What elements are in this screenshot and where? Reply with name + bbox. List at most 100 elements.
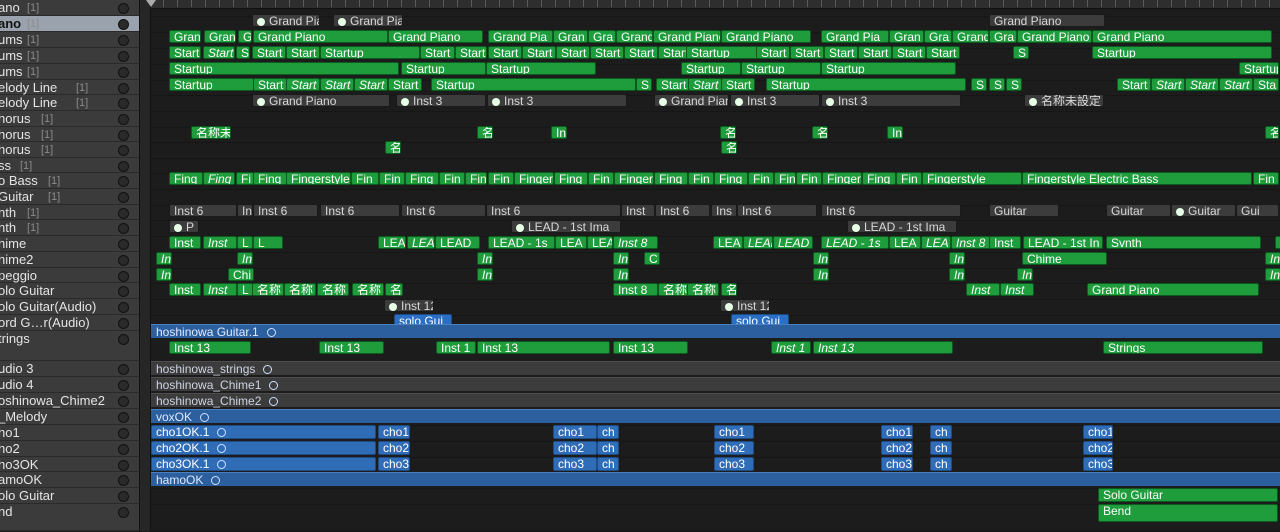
track-header[interactable]: horus [1] [0, 142, 139, 158]
region[interactable]: Grand Piano [989, 14, 1105, 27]
track-header[interactable]: Guitar [1] [0, 189, 139, 205]
track-header[interactable]: horus [1] [0, 111, 139, 127]
audio-region[interactable]: cho1 [714, 425, 754, 439]
region[interactable]: LEAD - 1st Ima [511, 220, 621, 233]
region[interactable]: L [253, 236, 283, 249]
region[interactable]: Fin [774, 172, 796, 185]
track-header[interactable]: ho3OK [0, 457, 139, 472]
track-header[interactable]: nth [1] [0, 220, 139, 236]
region[interactable]: 名 [1265, 126, 1279, 139]
track-header[interactable]: amoOK [0, 472, 139, 488]
audio-region[interactable]: cho2 [553, 441, 597, 455]
region[interactable]: Startup [486, 62, 596, 75]
region[interactable]: Inst [989, 236, 1021, 249]
track-record-button[interactable] [118, 507, 129, 518]
track-record-button[interactable] [118, 192, 129, 203]
region[interactable]: 名 [721, 141, 737, 154]
track-record-button[interactable] [118, 364, 129, 375]
region[interactable]: Inst 1 [771, 341, 811, 354]
region[interactable]: In [949, 268, 965, 281]
region[interactable]: Inst 13 [169, 341, 251, 354]
region[interactable]: Finger [822, 172, 862, 185]
region[interactable]: Start [253, 78, 287, 91]
region[interactable]: Inst 6 [320, 204, 400, 217]
region[interactable]: S [1006, 78, 1022, 91]
region[interactable]: L [237, 283, 253, 296]
track-record-button[interactable] [118, 35, 129, 46]
region[interactable]: Start [790, 46, 824, 59]
track-record-button[interactable] [118, 380, 129, 391]
region[interactable]: Gui [1236, 204, 1279, 217]
region[interactable]: Svnth [1106, 236, 1261, 249]
region[interactable]: Startup [821, 62, 956, 75]
region[interactable]: Start [320, 78, 354, 91]
region[interactable]: S [989, 78, 1005, 91]
region[interactable]: Gran [204, 30, 236, 43]
region[interactable]: In [237, 252, 253, 265]
audio-region-full[interactable]: hoshinowa_strings [151, 361, 1280, 376]
region[interactable]: Start [556, 46, 590, 59]
audio-region[interactable]: ch [597, 441, 619, 455]
track-header[interactable]: ums [1] [0, 64, 139, 80]
region[interactable]: Fing [169, 172, 203, 185]
region[interactable]: Inst 13 [477, 341, 610, 354]
track-record-button[interactable] [118, 318, 129, 329]
region[interactable]: Startup [431, 78, 636, 91]
track-lane[interactable] [151, 252, 1280, 269]
region[interactable]: Startup [169, 62, 399, 75]
audio-region[interactable]: cho3 [714, 457, 754, 471]
region[interactable]: S [1013, 46, 1029, 59]
region[interactable]: Startup [766, 78, 966, 91]
track-lane[interactable] [151, 268, 1280, 284]
audio-region[interactable]: cho2 [714, 441, 754, 455]
track-record-button[interactable] [118, 19, 129, 30]
track-record-button[interactable] [118, 255, 129, 266]
track-record-button[interactable] [118, 176, 129, 187]
region[interactable]: 名 [385, 141, 401, 154]
track-record-button[interactable] [118, 98, 129, 109]
audio-region[interactable]: cho2OK.1 [151, 441, 376, 455]
region[interactable]: Inst 3 [487, 94, 627, 107]
region[interactable]: In [477, 252, 493, 265]
region[interactable]: LEA [713, 236, 743, 249]
region[interactable]: Startup [741, 62, 821, 75]
region[interactable]: Inst 6 [169, 204, 237, 217]
track-record-button[interactable] [118, 223, 129, 234]
region[interactable]: Fin [1253, 172, 1279, 185]
region[interactable]: Guitar [1106, 204, 1171, 217]
region[interactable]: Startup [401, 62, 486, 75]
region[interactable]: Inst [203, 236, 237, 249]
region[interactable]: Inst 8 [613, 236, 658, 249]
track-header[interactable]: hime [0, 236, 139, 252]
region[interactable]: Fingerstyle Electric Bass [1022, 172, 1252, 185]
region[interactable]: Start [590, 46, 624, 59]
region[interactable]: Startup [1092, 46, 1272, 59]
region[interactable]: LEAD [435, 236, 480, 249]
region[interactable]: Start [824, 46, 858, 59]
region[interactable]: Grand Piano [654, 94, 729, 107]
region[interactable]: 名称 [317, 283, 349, 296]
region[interactable]: Fing [554, 172, 588, 185]
region[interactable]: In [613, 268, 629, 281]
audio-region[interactable]: cho3 [1083, 457, 1113, 471]
track-header[interactable]: hime2 [0, 252, 139, 268]
region[interactable]: Inst [203, 283, 237, 296]
region[interactable]: Sta [1253, 78, 1279, 91]
audio-region[interactable]: cho1 [881, 425, 913, 439]
region[interactable]: 名 [812, 126, 828, 139]
region[interactable]: Fing [253, 172, 287, 185]
track-header[interactable]: ano [1] [0, 16, 139, 32]
region[interactable]: 名称 [658, 283, 690, 296]
region[interactable]: Start [1117, 78, 1151, 91]
region[interactable]: Start [488, 46, 522, 59]
region[interactable]: LEAD - 1s [821, 236, 889, 249]
region[interactable]: Start [203, 46, 235, 59]
track-record-button[interactable] [118, 239, 129, 250]
region[interactable]: Inst 13 [613, 341, 688, 354]
audio-region[interactable]: cho2 [881, 441, 913, 455]
track-header[interactable]: _Melody [0, 409, 139, 425]
track-record-button[interactable] [118, 208, 129, 219]
region[interactable]: Guitar [989, 204, 1059, 217]
region[interactable]: Grand Piano [253, 30, 388, 43]
audio-region[interactable]: cho1 [378, 425, 410, 439]
